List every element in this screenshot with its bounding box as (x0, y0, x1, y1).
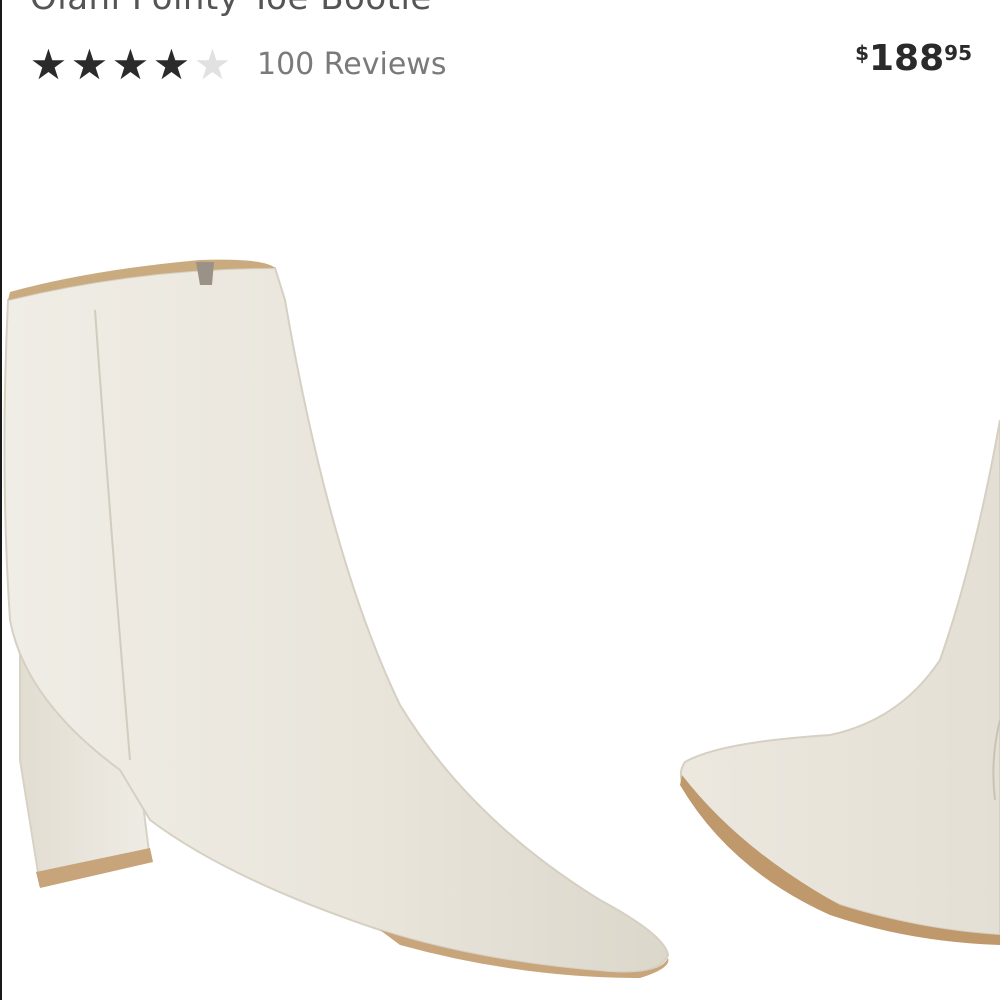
right-boot (680, 419, 1000, 945)
star-filled-icon: ★ (152, 40, 191, 89)
star-filled-icon: ★ (111, 40, 150, 89)
star-filled-icon: ★ (70, 40, 109, 89)
star-empty-icon: ★ (193, 40, 232, 89)
star-rating: ★ ★ ★ ★ ★ (28, 44, 233, 86)
reviews-link[interactable]: 100 Reviews (257, 44, 446, 86)
price-cents: 95 (944, 41, 972, 65)
right-boot-body (680, 419, 1000, 937)
rating-row[interactable]: ★ ★ ★ ★ ★ 100 Reviews (28, 40, 447, 90)
price-whole: 188 (869, 38, 945, 79)
product-page: Olani Pointy Toe Bootie ★ ★ ★ ★ ★ 100 Re… (0, 0, 1000, 1000)
left-boot (3, 259, 670, 978)
product-title: Olani Pointy Toe Bootie (30, 0, 432, 18)
product-image[interactable] (0, 150, 1000, 1000)
product-price: $ 188 95 (855, 36, 972, 82)
star-filled-icon: ★ (29, 40, 68, 89)
price-currency: $ (855, 41, 869, 65)
